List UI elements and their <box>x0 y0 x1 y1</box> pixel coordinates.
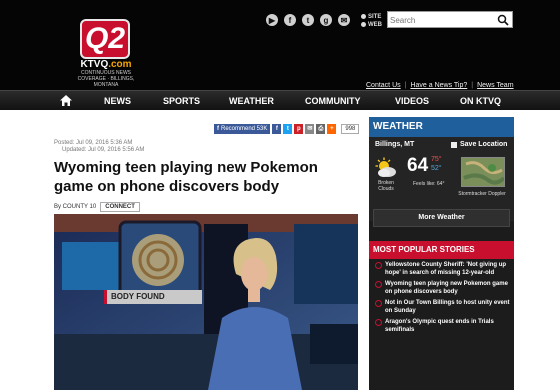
weather-condition: Broken Clouds <box>378 180 394 192</box>
social-icons: ▶ f t g ✉ <box>266 14 350 26</box>
more-share-icon[interactable]: + <box>327 124 337 134</box>
home-icon[interactable] <box>60 95 72 106</box>
facebook-icon[interactable]: f <box>284 14 296 26</box>
logo-text: Q2 <box>84 22 126 55</box>
contact-us-link[interactable]: Contact Us <box>366 82 401 89</box>
radar-map-image <box>462 158 504 186</box>
video-frame <box>54 214 358 390</box>
search-scope: SITE WEB <box>361 13 382 29</box>
bullet-icon <box>375 319 382 326</box>
nav-on-ktvq[interactable]: ON KTVQ <box>460 91 501 111</box>
more-weather-button[interactable]: More Weather <box>373 209 510 227</box>
partly-cloudy-icon <box>375 157 396 177</box>
google-plus-icon[interactable]: g <box>320 14 332 26</box>
sidebar: WEATHER Billings, MT Save Location 64 75… <box>369 117 514 390</box>
save-location-button[interactable]: Save Location <box>451 141 507 148</box>
weather-widget: Billings, MT Save Location 64 75° 52° Br… <box>369 137 514 227</box>
radar-thumbnail[interactable] <box>461 157 505 187</box>
twitter-share-icon[interactable]: t <box>283 124 293 134</box>
email-icon[interactable]: ✉ <box>338 14 350 26</box>
save-location-checkbox[interactable] <box>451 141 457 148</box>
facebook-share-icon[interactable]: f <box>272 124 282 134</box>
share-bar: f Recommend 53K f t p ✉ ⎙ + 998 <box>214 124 360 134</box>
article-headline: Wyoming teen playing new Pokemon game on… <box>54 159 318 195</box>
email-share-icon[interactable]: ✉ <box>305 124 315 134</box>
nav-news[interactable]: NEWS <box>104 91 131 111</box>
twitter-icon[interactable]: t <box>302 14 314 26</box>
weather-city[interactable]: Billings, MT <box>375 141 414 148</box>
list-item[interactable]: Aragon's Olympic quest ends in Trials se… <box>369 318 514 334</box>
bullet-icon <box>375 300 382 307</box>
pinterest-share-icon[interactable]: p <box>294 124 304 134</box>
posted-time: Posted: Jul 09, 2016 5:36 AM <box>54 140 133 146</box>
video-lower-third: BODY FOUND <box>104 290 202 304</box>
news-tip-link[interactable]: Have a News Tip? <box>410 82 467 89</box>
main-nav: NEWS SPORTS WEATHER COMMUNITY VIDEOS ON … <box>0 90 560 110</box>
search-icon[interactable] <box>497 14 509 26</box>
nav-videos[interactable]: VIDEOS <box>395 91 429 111</box>
byline-author: By COUNTY 10 <box>54 204 97 210</box>
nav-community[interactable]: COMMUNITY <box>305 91 361 111</box>
logo-callsign: KTVQ.com <box>80 59 132 70</box>
bullet-icon <box>375 262 382 269</box>
current-temperature: 64 <box>407 155 429 176</box>
search-input[interactable] <box>390 13 494 27</box>
logo-tagline: CONTINUOUS NEWS COVERAGE · BILLINGS, MON… <box>77 70 135 88</box>
bullet-icon <box>375 281 382 288</box>
print-share-icon[interactable]: ⎙ <box>316 124 326 134</box>
connect-button[interactable]: CONNECT <box>100 202 140 212</box>
nav-sports[interactable]: SPORTS <box>163 91 200 111</box>
list-item[interactable]: Yellowstone County Sheriff: 'Not giving … <box>369 261 514 277</box>
high-temp: 75° <box>431 156 442 163</box>
youtube-icon[interactable]: ▶ <box>266 14 278 26</box>
scope-site-radio[interactable]: SITE <box>361 13 382 21</box>
facebook-icon: f <box>217 126 219 132</box>
feels-like: Feels like: 64° <box>413 181 445 187</box>
video-player[interactable]: BODY FOUND <box>54 214 358 390</box>
weather-title[interactable]: WEATHER <box>369 117 514 137</box>
updated-time: Updated: Jul 09, 2016 5:56 AM <box>62 147 145 153</box>
scope-web-radio[interactable]: WEB <box>361 21 382 29</box>
nav-weather[interactable]: WEATHER <box>229 91 274 111</box>
low-temp: 52° <box>431 165 442 172</box>
radar-label: Stormtracker Doppler <box>458 191 506 197</box>
popular-stories-title: MOST POPULAR STORIES <box>369 241 514 259</box>
news-team-link[interactable]: News Team <box>477 82 513 89</box>
header: Q2 KTVQ.com CONTINUOUS NEWS COVERAGE · B… <box>0 0 560 90</box>
list-item[interactable]: Wyoming teen playing new Pokemon game on… <box>369 280 514 296</box>
station-logo[interactable]: Q2 KTVQ.com CONTINUOUS NEWS COVERAGE · B… <box>76 19 134 88</box>
search-box <box>387 11 513 28</box>
high-low: 75° 52° <box>431 155 442 173</box>
share-count: 998 <box>341 124 360 134</box>
popular-stories-list: Yellowstone County Sheriff: 'Not giving … <box>369 261 514 337</box>
facebook-recommend-button[interactable]: f Recommend 53K <box>214 124 271 134</box>
byline: By COUNTY 10 CONNECT <box>54 202 140 212</box>
list-item[interactable]: Not in Our Town Billings to host unity e… <box>369 299 514 315</box>
utility-links: Contact Us | Have a News Tip? | News Tea… <box>366 82 514 89</box>
article-timestamps: Posted: Jul 09, 2016 5:36 AM Updated: Ju… <box>54 140 144 154</box>
